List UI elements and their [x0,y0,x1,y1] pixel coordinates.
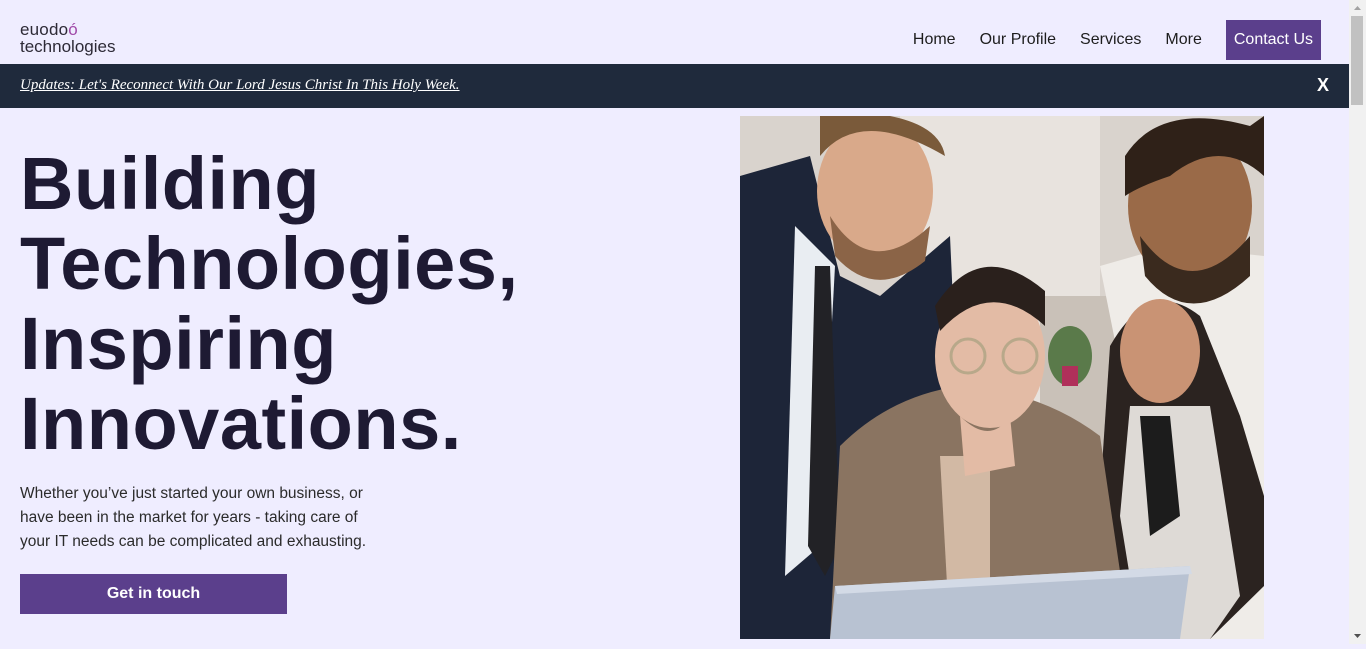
hero-title-line: Technologies, [20,222,519,305]
main-nav: Home Our Profile Services More Contact U… [913,20,1321,60]
contact-us-button[interactable]: Contact Us [1225,20,1321,60]
scroll-down-arrow-icon[interactable] [1349,628,1366,644]
hero-team-photo [740,116,1264,639]
announcement-link[interactable]: Updates: Let's Reconnect With Our Lord J… [20,77,460,94]
nav-services-link[interactable]: Services [1080,20,1141,60]
hero-description: Whether you’ve just started your own bus… [20,485,367,550]
nav-our-profile-link[interactable]: Our Profile [980,20,1056,60]
get-in-touch-button[interactable]: Get in touch [20,574,287,614]
announcement-close-button[interactable]: X [1317,75,1329,96]
scrollbar-thumb[interactable] [1351,16,1363,105]
team-photo-illustration [740,116,1264,639]
hero-title-line: Innovations. [20,382,462,465]
announcement-bar: Updates: Let's Reconnect With Our Lord J… [0,64,1349,108]
page: euodoó technologies Home Our Profile Ser… [0,0,1349,644]
hero-title-line: Inspiring [20,302,337,385]
nav-home-link[interactable]: Home [913,20,956,60]
page-scrollbar[interactable] [1349,0,1366,644]
scroll-up-arrow-icon[interactable] [1349,0,1366,16]
site-header: euodoó technologies Home Our Profile Ser… [0,0,1349,64]
company-logo[interactable]: euodoó technologies [20,21,115,55]
hero-title: Building Technologies, Inspiring Innovat… [20,144,519,464]
logo-line-2: technologies [20,37,116,56]
logo-line-1: euodoó [20,21,115,38]
hero-title-line: Building [20,142,320,225]
nav-more-link[interactable]: More [1165,20,1201,60]
